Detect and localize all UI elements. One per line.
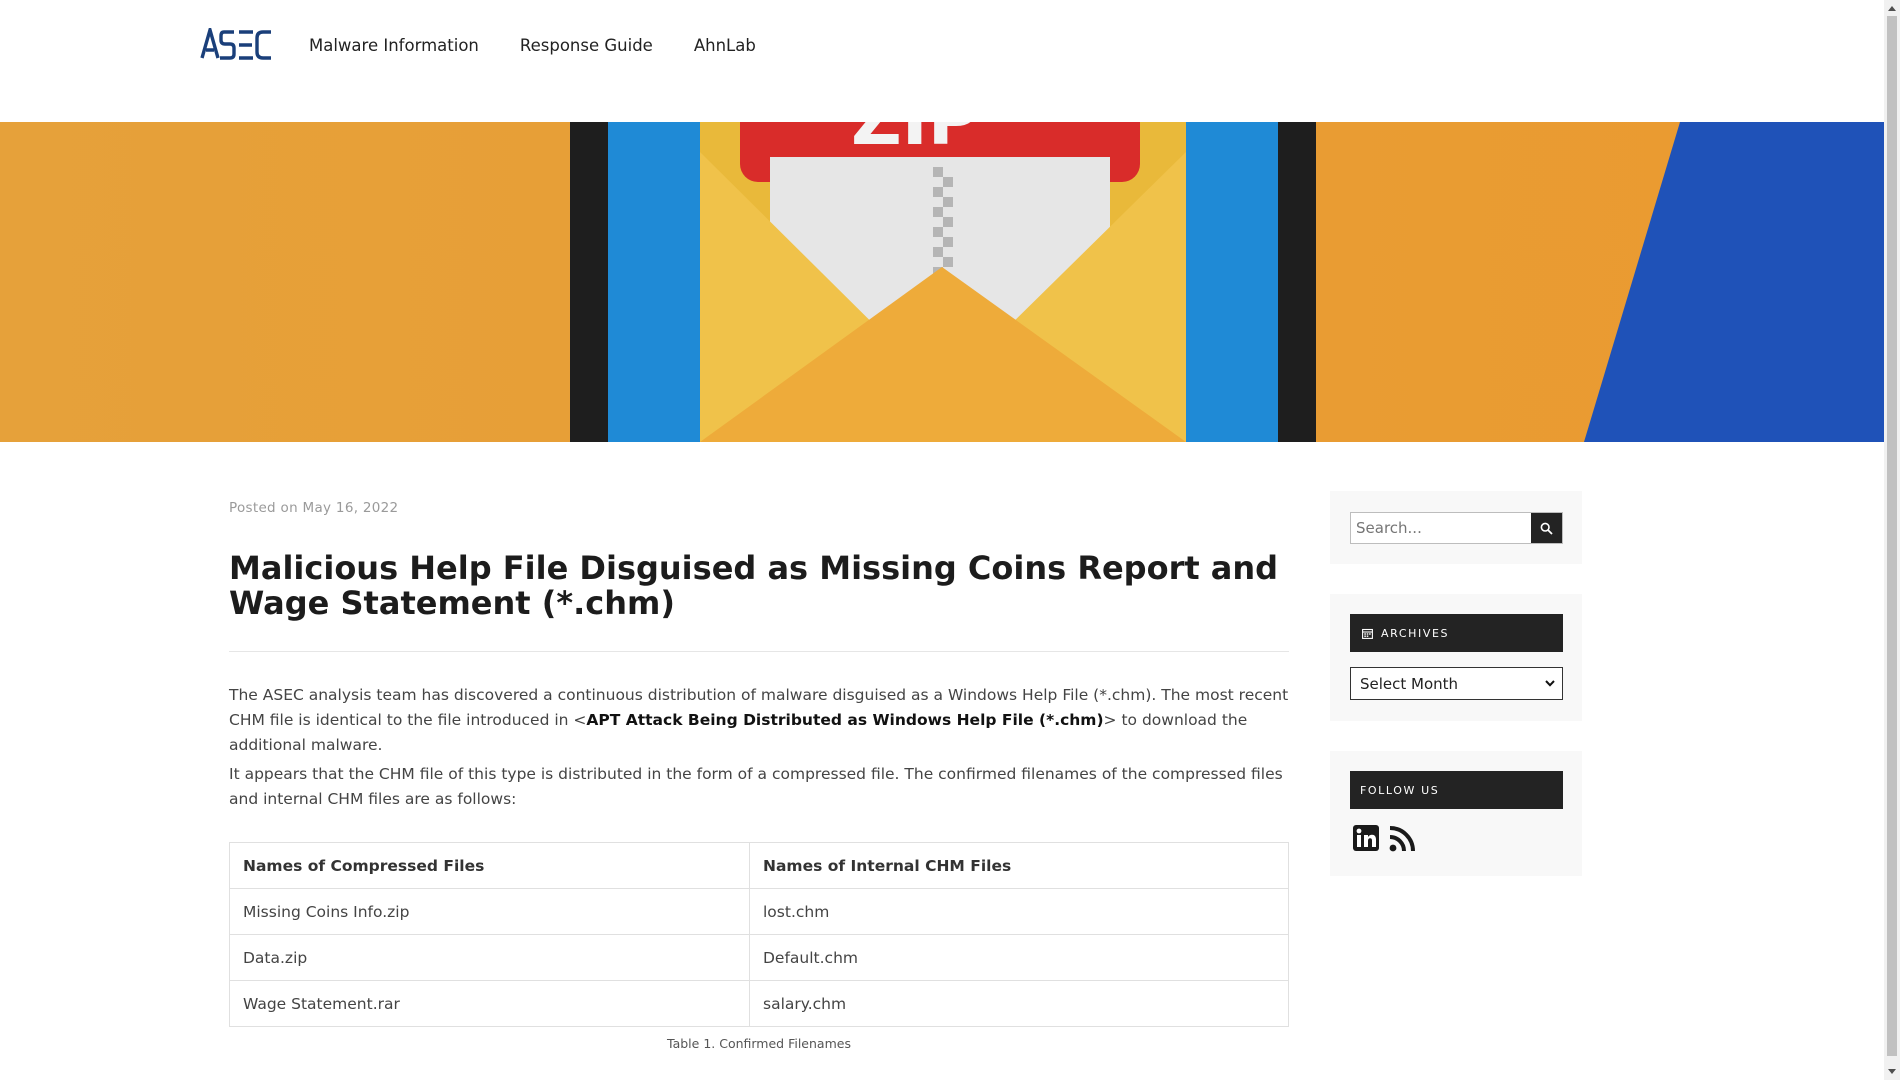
chevron-down-icon [1545, 680, 1555, 687]
asec-logo[interactable] [200, 28, 272, 60]
follow-title: FOLLOW US [1360, 783, 1440, 797]
intro-paragraph: The ASEC analysis team has discovered a … [229, 683, 1289, 758]
table-cell: Default.chm [749, 934, 1289, 981]
table-row: Wage Statement.rar salary.chm [229, 980, 1289, 1027]
rss-link[interactable] [1387, 824, 1417, 854]
table-cell: Wage Statement.rar [229, 980, 750, 1027]
archives-month-select[interactable]: Select Month [1350, 667, 1563, 700]
filenames-table: Names of Compressed Files Names of Inter… [229, 842, 1289, 1027]
page-scrollbar[interactable] [1884, 0, 1900, 1080]
scroll-down-arrow-icon [1888, 1069, 1896, 1074]
archives-widget: ARCHIVES Select Month [1330, 594, 1582, 721]
search-form [1350, 512, 1563, 544]
table-cell: Missing Coins Info.zip [229, 888, 750, 935]
table-header-compressed: Names of Compressed Files [229, 842, 750, 889]
table-cell: Data.zip [229, 934, 750, 981]
archives-title-bar: ARCHIVES [1350, 614, 1563, 652]
post-meta: Posted on May 16, 2022 [229, 500, 1289, 516]
table-header-internal: Names of Internal CHM Files [749, 842, 1289, 889]
nav-ahnlab[interactable]: AhnLab [694, 36, 756, 55]
scroll-thumb[interactable] [1887, 16, 1897, 1056]
post-title: Malicious Help File Disguised as Missing… [229, 549, 1279, 622]
site-header: Malware Information Response Guide AhnLa… [0, 0, 1884, 122]
main-nav: Malware Information Response Guide AhnLa… [309, 36, 797, 55]
referenced-article-link[interactable]: APT Attack Being Distributed as Windows … [586, 711, 1103, 729]
rss-icon [1389, 826, 1415, 852]
search-widget [1330, 491, 1582, 564]
table-cell: salary.chm [749, 980, 1289, 1027]
table-header-row: Names of Compressed Files Names of Inter… [229, 842, 1289, 889]
scroll-up-button[interactable] [1884, 0, 1900, 16]
linkedin-icon [1353, 825, 1379, 851]
scroll-down-button[interactable] [1884, 1064, 1900, 1080]
archives-select-value: Select Month [1360, 674, 1459, 693]
archives-title: ARCHIVES [1381, 626, 1450, 640]
distribution-paragraph: It appears that the CHM file of this typ… [229, 765, 1283, 808]
table-caption: Table 1. Confirmed Filenames [667, 1036, 851, 1051]
featured-banner: ZIP [0, 122, 1884, 442]
posted-date[interactable]: May 16, 2022 [303, 500, 399, 516]
follow-widget: FOLLOW US [1330, 751, 1582, 876]
linkedin-link[interactable] [1352, 824, 1380, 852]
table-row: Missing Coins Info.zip lost.chm [229, 888, 1289, 935]
nav-response-guide[interactable]: Response Guide [520, 36, 653, 55]
search-icon [1540, 522, 1553, 535]
nav-malware-information[interactable]: Malware Information [309, 36, 479, 55]
follow-title-bar: FOLLOW US [1350, 771, 1563, 809]
calendar-icon [1362, 628, 1373, 639]
banner-illustration: ZIP [0, 122, 1884, 442]
table-cell: lost.chm [749, 888, 1289, 935]
table-row: Data.zip Default.chm [229, 934, 1289, 981]
posted-prefix: Posted on [229, 500, 298, 516]
zip-badge-text: ZIP [851, 122, 979, 161]
article: Posted on May 16, 2022 Malicious Help Fi… [229, 500, 1289, 1051]
search-input[interactable] [1351, 513, 1531, 543]
title-divider [229, 651, 1289, 652]
search-button[interactable] [1531, 513, 1562, 543]
scroll-up-arrow-icon [1888, 6, 1896, 11]
